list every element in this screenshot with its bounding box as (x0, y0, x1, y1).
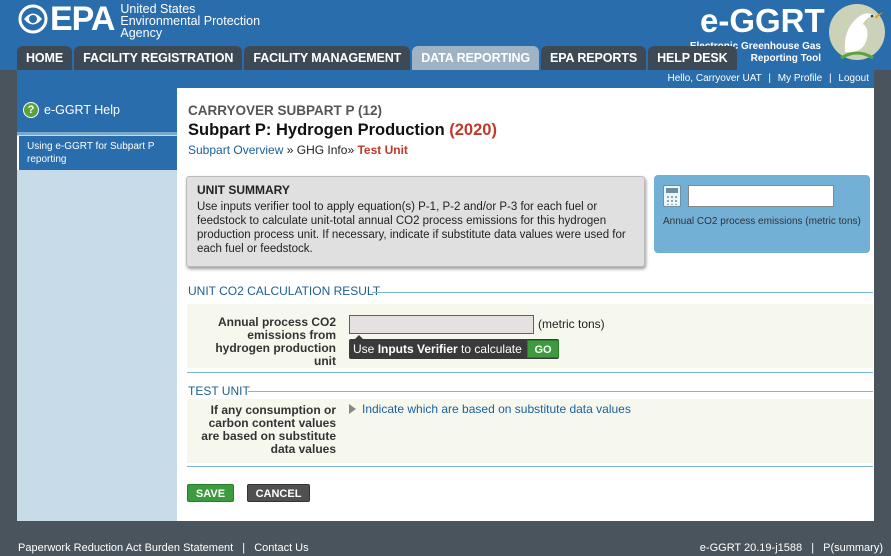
unit-summary-heading: UNIT SUMMARY (197, 183, 290, 197)
co2-emissions-input[interactable] (349, 315, 534, 334)
page-title: Subpart P: Hydrogen Production (2020) (188, 121, 497, 140)
tab-data-reporting[interactable]: DATA REPORTING (412, 46, 539, 70)
result-section-title: UNIT CO2 CALCULATION RESULT (188, 284, 381, 298)
logout-link[interactable]: Logout (838, 73, 869, 84)
breadcrumb: Subpart Overview » GHG Info» Test Unit (188, 143, 408, 157)
unit-summary-text: Use inputs verifier tool to apply equati… (197, 201, 626, 255)
separator: | (768, 73, 771, 84)
help-sidebar: ? e-GGRT Help Using e-GGRT for Subpart P… (17, 88, 177, 521)
section-divider (372, 292, 873, 293)
footer-links: Paperwork Reduction Act Burden Statement… (18, 536, 309, 556)
indicate-substitute-text[interactable]: Indicate which are based on substitute d… (362, 402, 631, 416)
page-code: P(summary) (823, 542, 883, 554)
tab-home[interactable]: HOME (17, 46, 73, 70)
triangle-right-icon (349, 404, 356, 414)
help-icon: ? (23, 102, 39, 118)
tab-facility-registration[interactable]: FACILITY REGISTRATION (74, 46, 243, 70)
epa-text-line: Agency (120, 26, 163, 40)
epa-wordmark: EPA (50, 0, 115, 38)
co2-field-label: Annual process CO2 emissions from hydrog… (215, 315, 336, 368)
heron-logo-icon (829, 4, 885, 60)
epa-agency-name: United States Environmental Protection A… (120, 3, 260, 40)
epa-mark: EPA (18, 0, 115, 38)
section-divider (187, 372, 873, 373)
caret-up-icon (355, 335, 363, 339)
verifier-suffix: to calculate (457, 342, 522, 356)
verifier-prefix: Use (353, 342, 378, 356)
save-button[interactable]: SAVE (187, 484, 234, 502)
indicate-substitute-link[interactable]: Indicate which are based on substitute d… (349, 402, 631, 416)
my-profile-link[interactable]: My Profile (778, 73, 822, 84)
page-kicker: CARRYOVER SUBPART P (12) (188, 103, 383, 118)
breadcrumb-subpart-overview[interactable]: Subpart Overview (188, 143, 283, 157)
sidebar-header: ? e-GGRT Help (17, 88, 177, 135)
separator: | (242, 542, 246, 554)
separator: | (811, 542, 815, 554)
main-nav-tabs: HOME FACILITY REGISTRATION FACILITY MANA… (17, 46, 737, 70)
co2-unit-label: (metric tons) (538, 317, 605, 331)
go-button[interactable]: GO (527, 340, 559, 358)
tab-help-desk[interactable]: HELP DESK (648, 46, 737, 70)
main-content: CARRYOVER SUBPART P (12) Subpart P: Hydr… (177, 88, 874, 521)
site-footer: Paperwork Reduction Act Burden Statement… (0, 536, 891, 556)
sidebar-item-using-eggrt[interactable]: Using e-GGRT for Subpart P reporting (17, 136, 177, 170)
breadcrumb-separator: » (286, 143, 294, 157)
version-text: e-GGRT 20.19-j1588 (699, 542, 803, 554)
tab-facility-management[interactable]: FACILITY MANAGEMENT (244, 46, 411, 70)
epa-logo[interactable]: EPA United States Environmental Protecti… (18, 2, 260, 39)
tab-epa-reports[interactable]: EPA REPORTS (541, 46, 647, 70)
annual-emissions-box: Annual CO2 process emissions (metric ton… (654, 175, 870, 253)
footer-version: e-GGRT 20.19-j1588 | P(summary) (700, 536, 883, 556)
annual-emissions-display (688, 185, 834, 207)
page-title-text: Subpart P: Hydrogen Production (188, 121, 445, 139)
user-bar: Hello, Carryover UAT | My Profile | Logo… (17, 70, 874, 88)
calculator-icon (663, 185, 681, 207)
site-header: EPA United States Environmental Protecti… (0, 0, 891, 70)
unit-summary-box: UNIT SUMMARY Use inputs verifier tool to… (186, 176, 645, 267)
app-title: e-GGRT (700, 2, 825, 39)
breadcrumb-ghg-info: GHG Info (296, 143, 348, 157)
contact-us-link[interactable]: Contact Us (254, 542, 308, 554)
annual-emissions-label: Annual CO2 process emissions (metric ton… (663, 216, 861, 227)
user-greeting: Hello, Carryover UAT (667, 73, 762, 84)
section-divider (248, 391, 873, 392)
reporting-year: (2020) (449, 121, 497, 139)
section-divider (187, 466, 873, 467)
sidebar-title: e-GGRT Help (44, 103, 120, 117)
breadcrumb-current: Test Unit (357, 143, 408, 157)
test-section-title: TEST UNIT (188, 384, 250, 398)
breadcrumb-separator: » (347, 143, 355, 157)
paperwork-link[interactable]: Paperwork Reduction Act Burden Statement (18, 542, 233, 554)
cancel-button[interactable]: CANCEL (247, 484, 310, 502)
separator: | (829, 73, 832, 84)
verifier-tool-name: Inputs Verifier (377, 342, 458, 356)
inputs-verifier-bar: Use Inputs Verifier to calculate GO (349, 335, 559, 359)
epa-flower-icon (18, 4, 48, 34)
substitute-data-label: If any consumption or carbon content val… (201, 403, 336, 456)
